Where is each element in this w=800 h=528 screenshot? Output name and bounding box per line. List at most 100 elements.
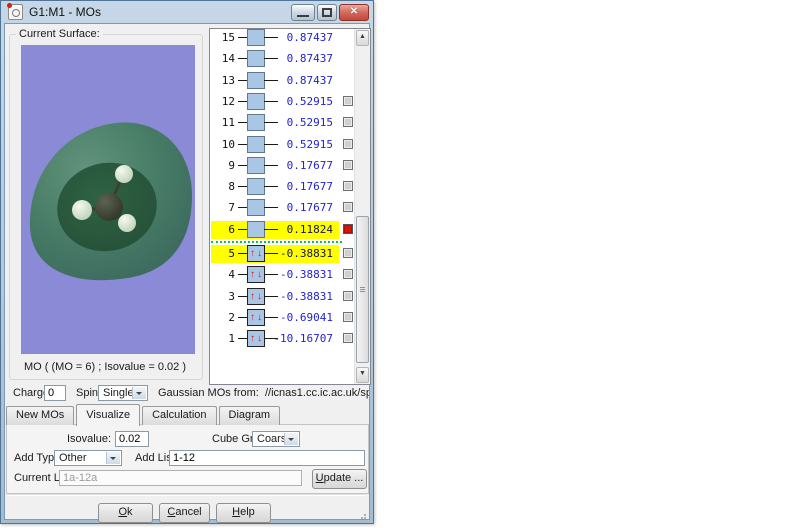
mo-checkbox[interactable] [343, 333, 353, 343]
mo-level-box[interactable]: ↑↓ [247, 245, 265, 262]
mo-energy: 0.87437 [269, 74, 333, 87]
level-line [238, 317, 247, 318]
cancel-button[interactable]: Cancel [159, 503, 210, 523]
mo-checkbox[interactable] [343, 291, 353, 301]
add-list-input[interactable] [169, 450, 365, 466]
tab-visualize[interactable]: Visualize [76, 404, 140, 426]
mo-checkbox[interactable] [343, 117, 353, 127]
mo-level-box[interactable] [247, 199, 265, 216]
dialog-client-area: Current Surface: [4, 23, 370, 520]
mo-row-9[interactable]: 90.17677 [211, 157, 353, 175]
mo-row-14[interactable]: 140.87437 [211, 50, 353, 68]
hydrogen-atom [118, 214, 136, 232]
mo-checkbox[interactable] [343, 248, 353, 258]
charge-input[interactable] [44, 385, 66, 401]
source-label: Gaussian MOs from: [158, 387, 259, 399]
mo-level-box[interactable] [247, 50, 265, 67]
spin-up-arrow: ↑ [249, 268, 256, 281]
hydrogen-atom [115, 165, 133, 183]
mo-level-box[interactable]: ↑↓ [247, 266, 265, 283]
mo-row-2[interactable]: 2↑↓-0.69041 [211, 309, 353, 327]
spin-select[interactable]: Singlet [98, 385, 148, 401]
mo-energy: -0.38831 [269, 247, 333, 260]
mo-level-box[interactable]: ↑↓ [247, 330, 265, 347]
add-type-value: Other [59, 452, 87, 464]
mo-checkbox[interactable] [343, 96, 353, 106]
minimize-button[interactable] [291, 4, 315, 21]
footer-separator [8, 494, 366, 496]
maximize-button[interactable] [317, 4, 337, 21]
mo-checkbox[interactable] [343, 181, 353, 191]
mo-level-box[interactable] [247, 136, 265, 153]
mo-index: 11 [211, 116, 235, 129]
mo-row-5[interactable]: 5 ↑↓ -0.38831 [211, 245, 353, 263]
level-line [238, 101, 247, 102]
mo-row-6[interactable]: 60.11824 [211, 221, 353, 239]
visualize-tab-pane: Isovalue: Cube Grid: Coarse Add Type: Ot… [6, 424, 369, 494]
scrollbar-thumb[interactable] [356, 216, 369, 363]
ok-button-label: Ok [118, 504, 132, 520]
titlebar[interactable]: G1:M1 - MOs [1, 1, 373, 23]
help-button[interactable]: Help [216, 503, 271, 523]
level-line [238, 296, 247, 297]
close-button[interactable] [339, 4, 369, 21]
spin-down-arrow: ↓ [256, 332, 263, 345]
mo-level-box[interactable] [247, 93, 265, 110]
mo-index: 5 [211, 247, 235, 260]
mo-checkbox[interactable] [343, 312, 353, 322]
mo-row-1[interactable]: 1↑↓-10.16707 [211, 330, 353, 348]
source-path: //icnas1.cc.ic.ac.uk/spk15/1styearla [265, 387, 369, 399]
mo-level-box[interactable] [247, 221, 265, 238]
scroll-down-icon[interactable]: ▼ [356, 367, 369, 383]
mo-checkbox[interactable] [343, 202, 353, 212]
mo-index: 1 [211, 332, 235, 345]
scroll-up-icon[interactable]: ▲ [356, 30, 369, 46]
mo-row-12[interactable]: 120.52915 [211, 93, 353, 111]
add-type-select[interactable]: Other [54, 450, 122, 466]
mo-row-11[interactable]: 110.52915 [211, 114, 353, 132]
mo-row-3[interactable]: 3↑↓-0.38831 [211, 288, 353, 306]
mo-row-15[interactable]: 150.87437 [211, 29, 353, 47]
resize-grip-icon[interactable] [358, 511, 366, 519]
mo-row-7[interactable]: 70.17677 [211, 199, 353, 217]
mo-index: 9 [211, 159, 235, 172]
mo-index: 13 [211, 74, 235, 87]
mo-checkbox[interactable] [343, 139, 353, 149]
isovalue-label: Isovalue: [47, 433, 111, 445]
level-line [238, 207, 247, 208]
cube-grid-select[interactable]: Coarse [252, 431, 300, 447]
mo-checkbox[interactable] [343, 160, 353, 170]
level-line [238, 186, 247, 187]
ok-button[interactable]: Ok [98, 503, 153, 523]
mo-row-4[interactable]: 4↑↓-0.38831 [211, 266, 353, 284]
update-button[interactable]: Update ... [312, 469, 367, 489]
mo-index: 12 [211, 95, 235, 108]
mo-index: 10 [211, 138, 235, 151]
mo-level-box[interactable] [247, 114, 265, 131]
mo-energy: -0.69041 [269, 311, 333, 324]
mo-row-10[interactable]: 100.52915 [211, 136, 353, 154]
tab-calculation[interactable]: Calculation [142, 406, 216, 425]
isovalue-input[interactable] [115, 431, 149, 447]
chevron-down-icon [132, 387, 146, 399]
mo-level-box[interactable] [247, 178, 265, 195]
level-line [238, 144, 247, 145]
mo-level-box[interactable] [247, 157, 265, 174]
surface-3d-viewport[interactable] [21, 45, 195, 354]
tab-new-mos[interactable]: New MOs [6, 406, 74, 425]
mo-list-scrollbar[interactable]: ▲ ▼ [354, 29, 370, 384]
mo-row-8[interactable]: 80.17677 [211, 178, 353, 196]
level-line [238, 122, 247, 123]
mo-checkbox[interactable] [343, 224, 353, 234]
mo-level-box[interactable] [247, 72, 265, 89]
mo-checkbox[interactable] [343, 269, 353, 279]
mo-level-box[interactable]: ↑↓ [247, 309, 265, 326]
mos-dialog-window: G1:M1 - MOs Current Surface: [0, 0, 374, 524]
mo-row-13[interactable]: 13 0.87437 [211, 72, 353, 90]
mo-level-box[interactable] [247, 29, 265, 46]
mo-level-box[interactable]: ↑↓ [247, 288, 265, 305]
mo-energy: 0.11824 [269, 223, 333, 236]
mo-energy: 0.17677 [269, 201, 333, 214]
tab-diagram[interactable]: Diagram [219, 406, 281, 425]
mo-index: 8 [211, 180, 235, 193]
